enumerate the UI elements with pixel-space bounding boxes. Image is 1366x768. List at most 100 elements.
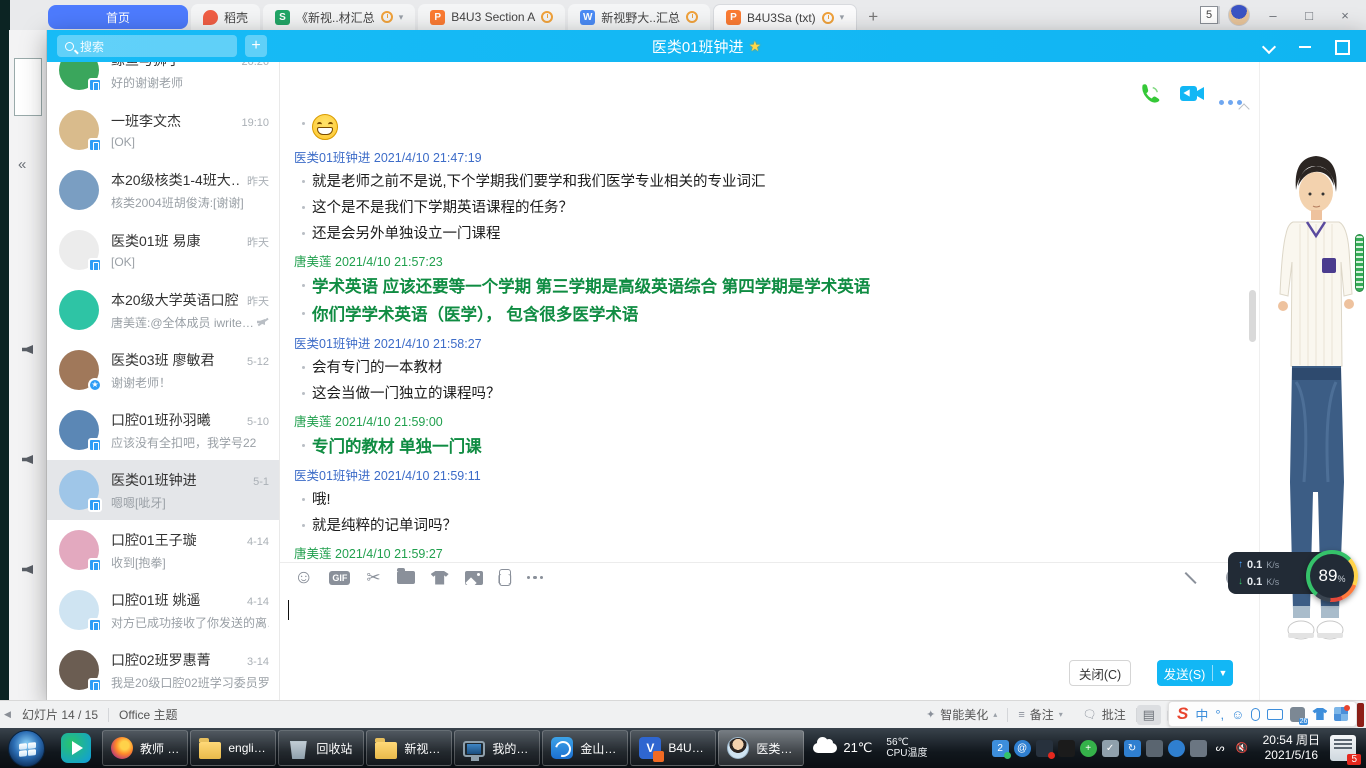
contact-avatar[interactable]	[59, 590, 102, 632]
send-file-folder-icon[interactable]	[396, 568, 415, 588]
taskbar-clock[interactable]: 20:54 周日 2021/5/16	[1255, 733, 1328, 763]
power-plug-icon[interactable]	[1189, 739, 1207, 757]
sender-name[interactable]: 医类01班钟进	[294, 151, 370, 165]
sender-name[interactable]: 唐美莲	[294, 547, 332, 561]
qq-maximize-button[interactable]	[1334, 39, 1350, 55]
cn-en-toggle[interactable]: 中	[1195, 705, 1208, 724]
qq-titlebar[interactable]: 搜索 + 医类01班钟进 ★	[47, 30, 1366, 62]
login-account-icon[interactable]	[1290, 706, 1309, 725]
sender-name[interactable]: 唐美莲	[294, 415, 332, 429]
wps-tab[interactable]: S 《新视..材汇总 ▾	[263, 4, 416, 30]
conversation-item[interactable]: 口腔01班 姚遥 4-14 对方已成功接收了你发送的离…	[47, 580, 279, 640]
notes-button[interactable]: ≡ 备注 ▾	[1008, 706, 1072, 723]
document-count-badge[interactable]: 5	[1200, 6, 1218, 24]
expand-input-icon[interactable]	[1184, 570, 1200, 586]
chat-scrollbar[interactable]	[1249, 290, 1256, 342]
contact-avatar[interactable]	[59, 230, 102, 272]
wps-tab[interactable]: 稻壳	[191, 4, 261, 30]
browser-at-icon[interactable]: @	[1013, 739, 1031, 757]
taskbar-item-folderic[interactable]: engli…	[190, 730, 277, 766]
panel-left-arrow[interactable]: ◀	[4, 709, 12, 720]
gif-icon[interactable]: GIF	[329, 568, 351, 588]
im-tool-icon[interactable]: 2	[991, 739, 1011, 759]
taskbar-item-firefox[interactable]: 教师 …	[102, 730, 189, 766]
contact-avatar[interactable]	[59, 110, 102, 152]
cpu-temp-widget[interactable]: 56℃ CPU温度	[880, 737, 933, 759]
usb-drive-icon[interactable]	[1145, 739, 1163, 757]
conversation-item[interactable]: 鲸鱼与狮子 20:26 好的谢谢老师	[47, 62, 279, 100]
slide-thumbnail[interactable]	[14, 58, 42, 116]
new-tab-button[interactable]: +	[860, 4, 886, 30]
wps-tab[interactable]: W 新视野大..汇总	[568, 4, 710, 30]
soft-keyboard-icon[interactable]	[1267, 708, 1284, 720]
sender-name[interactable]: 唐美莲	[294, 255, 332, 269]
qq-minimize-button[interactable]	[1298, 39, 1312, 53]
close-button[interactable]: 关闭(C)	[1069, 660, 1131, 686]
conversation-item[interactable]: 口腔02班罗惠菁 3-14 我是20级口腔02班学习委员罗…	[47, 640, 279, 700]
usb-ok-icon[interactable]: ✓	[1101, 739, 1119, 757]
taskbar-item-recycle[interactable]: 回收站	[278, 730, 365, 766]
send-image-icon[interactable]	[464, 568, 483, 588]
contact-avatar[interactable]	[59, 470, 102, 512]
network-signal-icon[interactable]: ᔕ	[1212, 740, 1229, 757]
collapse-panel-icon[interactable]: «	[18, 156, 26, 173]
send-button[interactable]: 发送(S) ▼	[1157, 660, 1233, 686]
start-button[interactable]	[8, 729, 45, 767]
toolbox-icon[interactable]	[1334, 705, 1351, 721]
tab-caret-icon[interactable]: ▾	[840, 12, 845, 23]
emoji-picker-icon[interactable]: ☺	[294, 568, 313, 588]
send-options-caret[interactable]: ▼	[1213, 668, 1233, 678]
qq-show-scrollbar[interactable]	[1355, 234, 1364, 292]
qq-show-character[interactable]	[1260, 62, 1366, 700]
conversation-item[interactable]: 本20级核类1-4班大… 昨天 核类2004班胡俊涛:[谢谢]	[47, 160, 279, 220]
video-call-button[interactable]	[1179, 84, 1205, 104]
wps-tab[interactable]: P B4U3Sa (txt) ▾	[712, 4, 858, 30]
smart-beautify-button[interactable]: ✦ 智能美化 ▴	[916, 706, 1007, 723]
net-speed-overlay[interactable]: ↑ 0.1 K/s ↓ 0.1 K/s 89%	[1228, 550, 1366, 602]
taskbar-item-folderic[interactable]: 新视…	[366, 730, 453, 766]
voice-input-icon[interactable]	[1251, 707, 1261, 721]
more-tools-icon[interactable]	[526, 568, 544, 588]
conversation-item[interactable]: ★ 医类03班 廖敏君 5-12 谢谢老师！	[47, 340, 279, 400]
taskbar-item-wps[interactable]: V B4U…	[630, 730, 717, 766]
wps-maximize-button[interactable]: □	[1296, 8, 1322, 23]
conversation-item[interactable]: 本20级大学英语口腔 昨天 唐美莲:@全体成员 iwrite…	[47, 280, 279, 340]
wps-tab[interactable]: 首页	[48, 5, 188, 29]
contact-avatar[interactable]	[59, 62, 102, 92]
message-input[interactable]	[280, 592, 1259, 654]
wps-account-avatar[interactable]	[1228, 4, 1250, 26]
weather-widget[interactable]: 21℃	[805, 737, 880, 756]
add-contact-button[interactable]: +	[245, 35, 267, 57]
voice-call-button[interactable]	[1137, 84, 1163, 104]
tab-caret-icon[interactable]: ▾	[399, 12, 404, 23]
window-shake-icon[interactable]	[491, 568, 511, 588]
conversation-item[interactable]: 医类01班 易康 昨天 [OK]	[47, 220, 279, 280]
qq-penguin-icon[interactable]	[1057, 739, 1075, 757]
wps-tab[interactable]: P B4U3 Section A	[418, 4, 566, 30]
wps-minimize-button[interactable]: –	[1260, 8, 1286, 23]
search-input[interactable]: 搜索	[57, 35, 237, 57]
pc-manager-shield-icon[interactable]	[1167, 739, 1185, 757]
conversation-item[interactable]: 口腔01班孙羽曦 5-10 应该没有全扣吧，我学号22	[47, 400, 279, 460]
volume-muted-icon[interactable]: 🔇	[1234, 740, 1251, 757]
normal-view-button[interactable]: ▤	[1136, 704, 1161, 725]
sogou-input-bar[interactable]: S 中 °, ☺	[1168, 701, 1358, 727]
skin-icon[interactable]	[1312, 708, 1328, 720]
qq-expand-chevron-button[interactable]	[1262, 39, 1276, 53]
taskbar-item-kingsoft[interactable]: 金山…	[542, 730, 629, 766]
tencent-video-icon[interactable]	[61, 733, 91, 763]
performance-gauge[interactable]: 89%	[1306, 550, 1358, 602]
contact-avatar[interactable]	[59, 290, 99, 330]
contact-avatar[interactable]	[59, 650, 102, 692]
sogou-logo-icon[interactable]: S	[1177, 704, 1188, 724]
conversation-item[interactable]: 口腔01王子璇 4-14 收到[抱拳]	[47, 520, 279, 580]
sync-arrow-icon[interactable]: ↻	[1123, 739, 1141, 757]
conversation-item[interactable]: 一班李文杰 19:10 [OK]	[47, 100, 279, 160]
emoji-panel-icon[interactable]: ☺	[1231, 707, 1244, 722]
screenshot-scissors-icon[interactable]: ✂	[366, 568, 380, 588]
notification-board-icon[interactable]: 5	[1330, 735, 1361, 765]
contact-avatar[interactable]	[59, 410, 102, 452]
sender-name[interactable]: 医类01班钟进	[294, 337, 370, 351]
taskbar-item-qqav[interactable]: 医类…	[718, 730, 805, 766]
contact-avatar[interactable]	[59, 170, 99, 210]
